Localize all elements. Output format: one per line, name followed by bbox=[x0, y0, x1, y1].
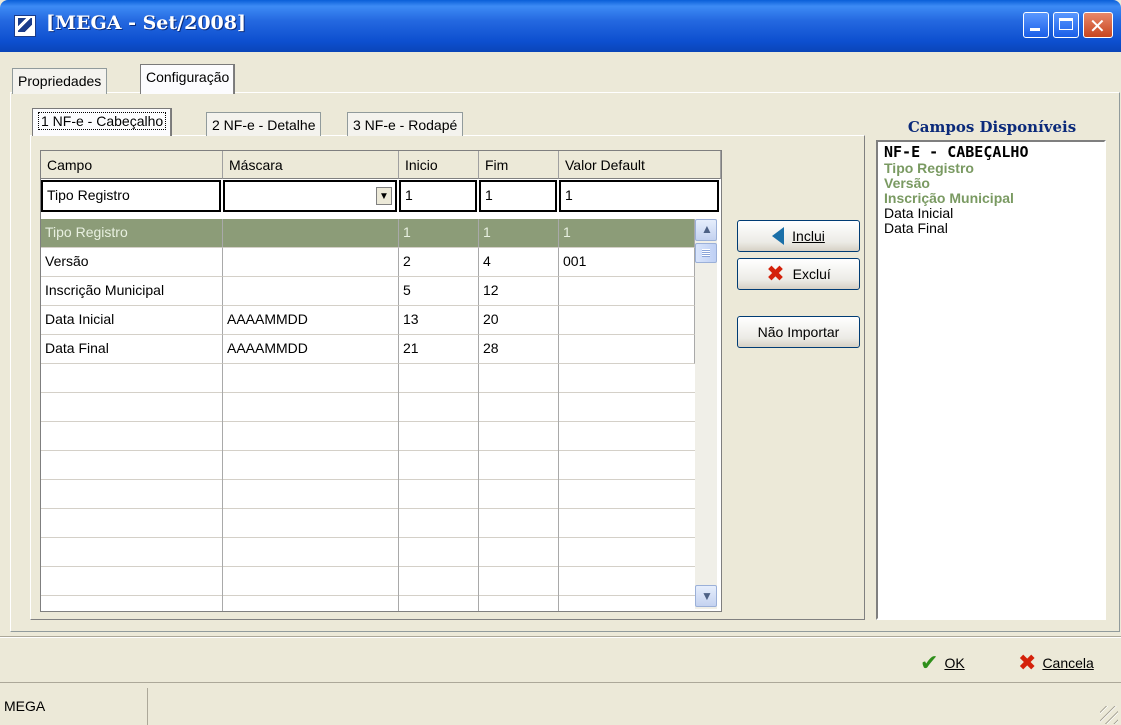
cell-campo[interactable]: Tipo Registro bbox=[41, 219, 223, 248]
maximize-button[interactable] bbox=[1053, 12, 1079, 38]
no-import-label: Não Importar bbox=[757, 324, 840, 340]
list-item[interactable]: Inscrição Municipal bbox=[884, 191, 1098, 206]
table-row[interactable]: Versão 2 4 001 bbox=[41, 248, 695, 277]
cell-fim[interactable]: 12 bbox=[479, 277, 559, 306]
cell-fim[interactable]: 4 bbox=[479, 248, 559, 277]
column-header-valor-default[interactable]: Valor Default bbox=[559, 151, 721, 179]
delete-x-icon: ✖ bbox=[766, 261, 785, 286]
fields-grid[interactable]: Campo Máscara Inicio Fim Valor Default T… bbox=[40, 150, 722, 612]
campo-input[interactable]: Tipo Registro bbox=[41, 180, 221, 212]
grid-scrollbar[interactable]: ▲ ▼ bbox=[695, 219, 717, 609]
column-header-inicio[interactable]: Inicio bbox=[399, 151, 479, 179]
no-import-button[interactable]: Não Importar bbox=[737, 316, 860, 348]
available-fields-list[interactable]: NF-E - CABEÇALHO Tipo Registro Versão Inscr… bbox=[876, 140, 1106, 620]
tab-propriedades[interactable]: Propriedades bbox=[12, 68, 108, 94]
scroll-down-button[interactable]: ▼ bbox=[695, 585, 717, 607]
status-panel-mega: MEGA bbox=[0, 688, 148, 725]
list-item[interactable]: Tipo Registro bbox=[884, 161, 1098, 176]
exclude-button[interactable]: ✖ Excluí bbox=[737, 258, 860, 290]
tab-nfe-rodape[interactable]: 3 NF-e - Rodapé bbox=[347, 112, 464, 136]
cell-mascara[interactable] bbox=[223, 277, 399, 306]
cell-inicio[interactable]: 5 bbox=[399, 277, 479, 306]
list-item[interactable]: Versão bbox=[884, 176, 1098, 191]
table-row[interactable]: Tipo Registro 1 1 1 bbox=[41, 219, 695, 248]
column-header-fim[interactable]: Fim bbox=[479, 151, 559, 179]
exclude-label: Excluí bbox=[792, 266, 831, 282]
scroll-up-button[interactable]: ▲ bbox=[695, 219, 717, 241]
ok-label: OK bbox=[944, 655, 965, 671]
size-grip-icon[interactable] bbox=[1100, 706, 1118, 724]
bottom-separator bbox=[0, 636, 1121, 638]
column-header-mascara[interactable]: Máscara bbox=[223, 151, 399, 179]
chevron-up-icon: ▲ bbox=[701, 222, 713, 236]
cell-valor-default[interactable]: 1 bbox=[559, 219, 695, 248]
cell-inicio[interactable]: 21 bbox=[399, 335, 479, 364]
check-icon: ✔ bbox=[920, 650, 939, 675]
tab-configuracao[interactable]: Configuração bbox=[140, 64, 236, 94]
cell-inicio[interactable]: 13 bbox=[399, 306, 479, 335]
cell-valor-default[interactable] bbox=[559, 277, 695, 306]
cell-inicio[interactable]: 2 bbox=[399, 248, 479, 277]
cell-campo[interactable]: Data Final bbox=[41, 335, 223, 364]
table-row[interactable]: Data Inicial AAAAMMDD 13 20 bbox=[41, 306, 695, 335]
dropdown-arrow-icon[interactable]: ▼ bbox=[376, 187, 392, 205]
cell-mascara[interactable]: AAAAMMDD bbox=[223, 306, 399, 335]
mascara-select[interactable]: ▼ bbox=[223, 180, 397, 212]
cancel-button[interactable]: ✖ Cancela bbox=[1018, 648, 1118, 678]
cell-mascara[interactable] bbox=[223, 219, 399, 248]
chevron-down-icon: ▼ bbox=[701, 589, 713, 603]
cell-mascara[interactable] bbox=[223, 248, 399, 277]
tab-label: 1 NF-e - Cabeçalho bbox=[38, 112, 167, 130]
status-bar bbox=[0, 682, 1121, 725]
cell-fim[interactable]: 20 bbox=[479, 306, 559, 335]
list-item[interactable]: NF-E - CABEÇALHO bbox=[884, 144, 1098, 161]
cell-fim[interactable]: 1 bbox=[479, 219, 559, 248]
include-button[interactable]: Inclui bbox=[737, 220, 860, 252]
tab-label: Configuração bbox=[146, 69, 230, 85]
include-label: Inclui bbox=[792, 228, 825, 244]
cell-valor-default[interactable] bbox=[559, 335, 695, 364]
cell-valor-default[interactable] bbox=[559, 306, 695, 335]
list-item[interactable]: Data Inicial bbox=[884, 206, 1098, 221]
available-fields-title: Campos Disponíveis bbox=[907, 118, 1077, 136]
minimize-button[interactable] bbox=[1023, 12, 1049, 38]
cell-campo[interactable]: Versão bbox=[41, 248, 223, 277]
cell-campo[interactable]: Data Inicial bbox=[41, 306, 223, 335]
cell-mascara[interactable]: AAAAMMDD bbox=[223, 335, 399, 364]
tab-label: Propriedades bbox=[18, 73, 102, 89]
tab-nfe-detalhe[interactable]: 2 NF-e - Detalhe bbox=[206, 112, 322, 136]
close-button[interactable] bbox=[1083, 12, 1113, 39]
tab-nfe-cabecalho[interactable]: 1 NF-e - Cabeçalho bbox=[32, 108, 173, 136]
column-header-campo[interactable]: Campo bbox=[41, 151, 223, 179]
grid-body: Tipo Registro 1 1 1 Versão 2 4 001 Inscrição Mun… bbox=[41, 219, 695, 611]
cell-valor-default[interactable]: 001 bbox=[559, 248, 695, 277]
title-bar[interactable]: [MEGA - Set/2008] bbox=[0, 0, 1121, 52]
cell-campo[interactable]: Inscrição Municipal bbox=[41, 277, 223, 306]
cancel-x-icon: ✖ bbox=[1018, 650, 1037, 675]
scroll-thumb[interactable] bbox=[695, 243, 717, 263]
cancel-label: Cancela bbox=[1042, 655, 1094, 671]
fim-input[interactable]: 1 bbox=[479, 180, 557, 212]
cell-fim[interactable]: 28 bbox=[479, 335, 559, 364]
tab-label: 2 NF-e - Detalhe bbox=[212, 117, 316, 133]
arrow-left-icon bbox=[772, 227, 785, 245]
table-row[interactable]: Data Final AAAAMMDD 21 28 bbox=[41, 335, 695, 364]
valor-default-input[interactable]: 1 bbox=[559, 180, 719, 212]
table-row[interactable]: Inscrição Municipal 5 12 bbox=[41, 277, 695, 306]
cell-inicio[interactable]: 1 bbox=[399, 219, 479, 248]
tab-label: 3 NF-e - Rodapé bbox=[353, 117, 458, 133]
inicio-input[interactable]: 1 bbox=[399, 180, 477, 212]
window-title: [MEGA - Set/2008] bbox=[46, 12, 246, 34]
ok-button[interactable]: ✔ OK bbox=[920, 648, 994, 678]
app-icon bbox=[14, 15, 36, 37]
list-item[interactable]: Data Final bbox=[884, 221, 1098, 236]
